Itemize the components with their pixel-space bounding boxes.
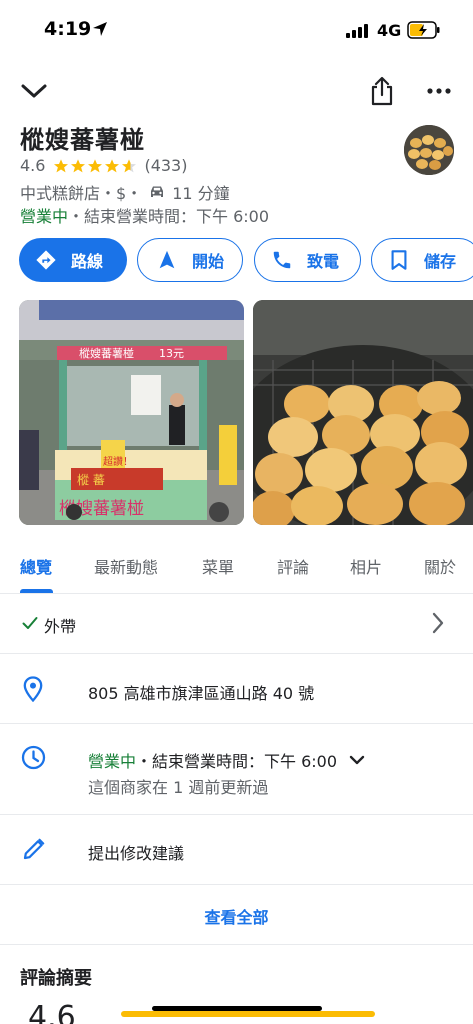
- stall-top-sign: 樅嫂蕃薯椪: [79, 346, 134, 360]
- star-rating: [53, 158, 138, 174]
- more-icon[interactable]: [426, 86, 452, 96]
- place-thumbnail[interactable]: [404, 125, 454, 175]
- signal-icon: [346, 24, 368, 38]
- directions-button[interactable]: 路線: [19, 238, 127, 282]
- hours-updated-note: 這個商家在 1 週前更新過: [88, 778, 269, 797]
- directions-icon: [36, 250, 56, 270]
- stall-red-sign: 樅 蕃: [77, 473, 105, 487]
- car-icon: [151, 186, 164, 197]
- category: 中式糕餅店・$・: [20, 184, 143, 203]
- directions-label: 路線: [71, 252, 104, 271]
- tab-updates[interactable]: 最新動態: [94, 554, 158, 578]
- clock-icon: [21, 745, 46, 770]
- hours-line: 營業中 ・結束營業時間：下午 6:00: [88, 748, 365, 772]
- star-half-icon: [122, 158, 137, 172]
- tab-bar: 總覽 最新動態 菜單 評論 相片 關於: [0, 540, 473, 594]
- hours-closing: ・結束營業時間：下午 6:00: [136, 752, 338, 771]
- sweet-potato-photo-image: [253, 300, 473, 525]
- place-title: 樅嫂蕃薯椪: [20, 126, 145, 154]
- tab-menu[interactable]: 菜單: [202, 554, 234, 578]
- stall-photo[interactable]: 樅嫂蕃薯椪 13元 超讚！ 樅 蕃 樅嫂蕃薯椪: [19, 300, 244, 525]
- home-indicator[interactable]: [152, 1006, 322, 1011]
- check-icon: [22, 617, 38, 629]
- call-button[interactable]: 致電: [254, 238, 361, 282]
- suggest-edit-row[interactable]: 提出修改建議: [0, 815, 473, 885]
- drive-time: 11 分鐘: [172, 184, 230, 203]
- network-type: 4G: [377, 21, 402, 40]
- share-icon[interactable]: [369, 76, 395, 106]
- start-label: 開始: [192, 252, 225, 271]
- status-time: 4:19: [44, 18, 92, 40]
- see-all-button[interactable]: 查看全部: [0, 904, 473, 928]
- save-label: 儲存: [424, 252, 457, 271]
- active-tab-indicator: [20, 589, 53, 593]
- review-summary-score: 4.6: [28, 1000, 76, 1024]
- star-icon: [88, 158, 103, 172]
- stall-board-text: 超讚！: [103, 455, 133, 468]
- bookmark-icon: [391, 250, 407, 270]
- takeout-label: 外帶: [44, 617, 77, 636]
- chevron-down-icon[interactable]: [20, 80, 48, 102]
- closing-time: ・結束營業時間：下午 6:00: [68, 207, 270, 226]
- star-icon: [71, 158, 86, 172]
- tab-about[interactable]: 關於: [424, 554, 456, 578]
- sweet-potato-thumbnail-image: [404, 125, 454, 175]
- category-row: 中式糕餅店・$・ 11 分鐘: [20, 180, 230, 204]
- start-button[interactable]: 開始: [137, 238, 243, 282]
- stall-price: 13元: [159, 347, 184, 360]
- navigation-icon: [159, 250, 175, 269]
- open-status: 營業中: [20, 207, 69, 226]
- pencil-icon: [23, 838, 45, 860]
- tab-reviews[interactable]: 評論: [277, 554, 309, 578]
- chevron-down-icon[interactable]: [349, 755, 365, 765]
- suggest-edit-label: 提出修改建議: [88, 844, 185, 863]
- see-all-row: 查看全部: [0, 885, 473, 945]
- location-arrow-icon: [93, 22, 107, 36]
- hours-summary: 營業中・結束營業時間：下午 6:00: [20, 203, 269, 227]
- rating-row[interactable]: 4.6 (433): [20, 156, 187, 175]
- review-summary-heading: 評論摘要: [20, 968, 92, 989]
- hours-row[interactable]: 營業中 ・結束營業時間：下午 6:00 這個商家在 1 週前更新過: [0, 724, 473, 815]
- status-bar: 4:19 4G: [0, 0, 473, 62]
- address-row[interactable]: 805 高雄市旗津區通山路 40 號: [0, 654, 473, 724]
- save-button[interactable]: 儲存: [371, 238, 473, 282]
- rating-value: 4.6: [20, 156, 46, 175]
- chevron-right-icon: [432, 612, 444, 634]
- battery-icon: [407, 21, 440, 39]
- address-text: 805 高雄市旗津區通山路 40 號: [88, 684, 315, 703]
- tab-photos[interactable]: 相片: [350, 554, 382, 578]
- takeout-row[interactable]: 外帶: [0, 594, 473, 654]
- hours-open-status: 營業中: [88, 752, 137, 771]
- pin-icon: [23, 676, 43, 702]
- review-count: (433): [144, 156, 188, 175]
- sweet-potato-photo[interactable]: [253, 300, 473, 525]
- call-label: 致電: [307, 252, 340, 271]
- tab-overview[interactable]: 總覽: [20, 554, 52, 578]
- star-icon: [105, 158, 120, 172]
- bottom-sheet-handle: [121, 1011, 375, 1017]
- stall-photo-image: 樅嫂蕃薯椪 13元 超讚！ 樅 蕃 樅嫂蕃薯椪: [19, 300, 244, 525]
- phone-icon: [273, 251, 291, 269]
- star-icon: [54, 158, 69, 172]
